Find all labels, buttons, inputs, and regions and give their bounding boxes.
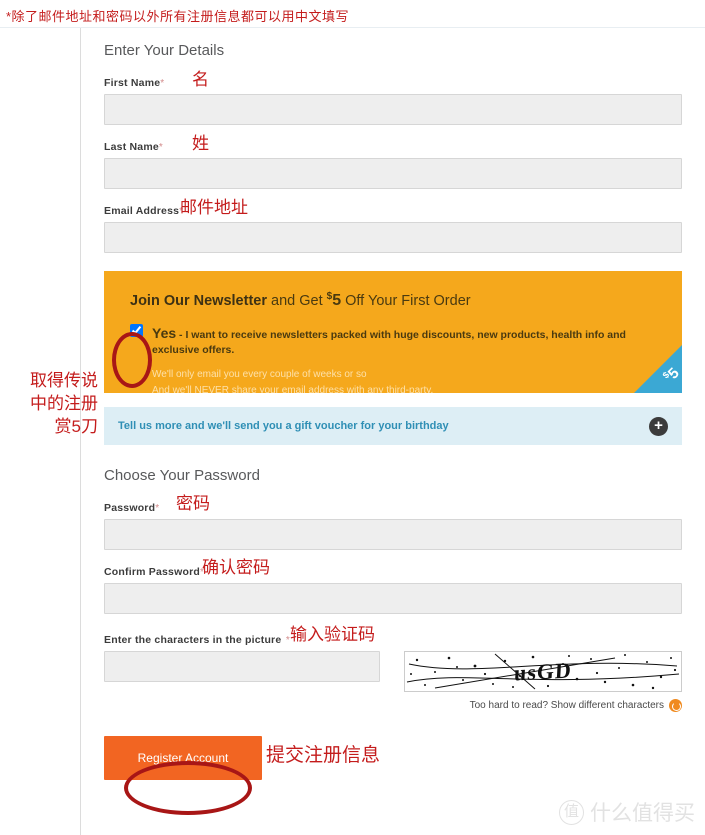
details-section-heading: Enter Your Details — [104, 42, 225, 59]
annotation-password: 密码 — [176, 494, 210, 513]
newsletter-title-mid: and Get — [266, 292, 327, 309]
password-required-mark: * — [155, 503, 160, 514]
captcha-image: usGD — [404, 651, 682, 692]
plus-icon[interactable]: + — [649, 416, 668, 436]
register-row: Register Account 提交注册信息 — [104, 724, 682, 780]
annotation-email-address: 邮件地址 — [180, 198, 248, 217]
captcha-label: Enter the characters in the picture — [104, 634, 282, 646]
newsletter-yes-label: Yes — [152, 324, 177, 341]
first-name-label: First Name — [104, 77, 161, 89]
confirm-password-input[interactable] — [104, 583, 682, 614]
captcha-text: usGD — [513, 656, 573, 686]
last-name-input[interactable] — [104, 158, 682, 189]
annotation-register: 提交注册信息 — [266, 745, 381, 766]
registration-form: Enter Your Details First Name* 名 Last Na… — [104, 28, 682, 780]
last-name-required-mark: * — [158, 142, 163, 153]
newsletter-amount: 5 — [332, 291, 342, 309]
email-address-label: Email Address — [104, 205, 180, 217]
watermark-badge: 值 — [559, 799, 584, 825]
field-captcha: Enter the characters in the picture * 输入… — [104, 626, 682, 712]
email-address-input[interactable] — [104, 222, 682, 253]
confirm-password-label: Confirm Password — [104, 566, 200, 578]
newsletter-checkbox[interactable] — [130, 323, 143, 337]
newsletter-optin-text: Yes - I want to receive newsletters pack… — [152, 323, 666, 359]
newsletter-subtext-line-2: And we'll NEVER share your email address… — [152, 384, 434, 393]
annotation-last-name: 姓 — [192, 134, 209, 153]
annotation-newsletter-left: 取得传说 中的注册 赏5刀 — [30, 371, 98, 436]
password-section-heading: Choose Your Password — [104, 467, 260, 484]
newsletter-title-bold: Join Our Newsletter — [130, 292, 267, 309]
newsletter-title: Join Our Newsletter and Get $5 Off Your … — [130, 291, 666, 310]
top-annotation-note: *除了邮件地址和密码以外所有注册信息都可以用中文填写 — [6, 9, 350, 24]
field-first-name: First Name* 名 — [104, 70, 682, 125]
first-name-required-mark: * — [160, 78, 165, 89]
field-last-name: Last Name* 姓 — [104, 134, 682, 189]
birthday-voucher-text: Tell us more and we'll send you a gift v… — [118, 420, 449, 432]
newsletter-subtext: We'll only email you every couple of wee… — [152, 367, 666, 393]
field-confirm-password: Confirm Password* 确认密码 — [104, 558, 682, 614]
captcha-refresh-text: Too hard to read? Show different charact… — [469, 700, 664, 711]
first-name-input[interactable] — [104, 94, 682, 125]
newsletter-optin-row: Yes - I want to receive newsletters pack… — [130, 323, 666, 359]
captcha-row: usGD Too hard to read? Show different ch… — [104, 651, 682, 712]
refresh-icon[interactable] — [669, 699, 682, 712]
watermark-text: 什么值得买 — [590, 802, 695, 825]
annotation-captcha: 输入验证码 — [290, 625, 375, 644]
field-email-address: Email Address* 邮件地址 — [104, 198, 682, 253]
annotation-confirm-password: 确认密码 — [202, 558, 270, 577]
register-account-button[interactable]: Register Account — [104, 736, 262, 780]
captcha-input[interactable] — [104, 651, 380, 682]
newsletter-optin-body: - I want to receive newsletters packed w… — [152, 328, 626, 357]
newsletter-panel: Join Our Newsletter and Get $5 Off Your … — [104, 271, 682, 393]
password-input[interactable] — [104, 519, 682, 550]
newsletter-subtext-line-1: We'll only email you every couple of wee… — [152, 369, 367, 381]
field-password: Password* 密码 — [104, 494, 682, 550]
newsletter-title-end: Off Your First Order — [341, 292, 471, 309]
captcha-refresh-row[interactable]: Too hard to read? Show different charact… — [404, 699, 682, 712]
last-name-label: Last Name — [104, 141, 159, 153]
birthday-voucher-bar[interactable]: Tell us more and we'll send you a gift v… — [104, 407, 682, 445]
password-label: Password — [104, 502, 156, 514]
annotation-first-name: 名 — [192, 70, 209, 89]
site-watermark: 值 什么值得买 — [559, 797, 695, 827]
